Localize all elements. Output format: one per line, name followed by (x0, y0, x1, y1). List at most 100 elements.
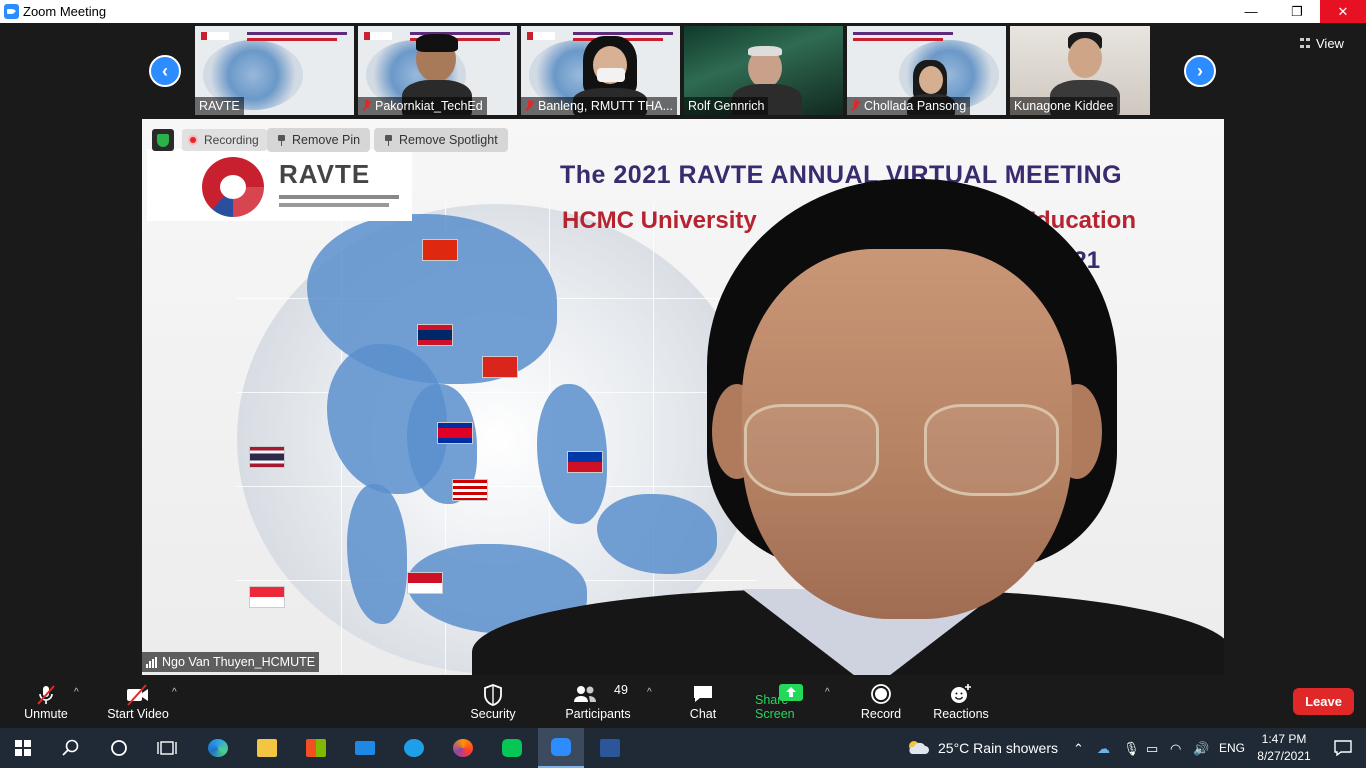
meeting-area: ‹ RAVTE Pakornkiat_TechEd Banleng, RMUTT… (0, 23, 1366, 679)
taskbar-clock[interactable]: 1:47 PM 8/27/2021 (1254, 731, 1314, 765)
view-button[interactable]: View (1300, 34, 1360, 52)
word-taskbar-icon[interactable] (587, 728, 633, 768)
firefox-taskbar-icon[interactable] (440, 728, 486, 768)
minimize-button[interactable]: — (1228, 0, 1274, 23)
participant-thumb-banleng[interactable]: Banleng, RMUTT THA... (521, 26, 680, 115)
speaker-name: Ngo Van Thuyen_HCMUTE (162, 655, 316, 669)
battery-icon[interactable]: ▭ (1146, 741, 1158, 757)
search-icon (62, 739, 79, 756)
speaker-name-tag: Ngo Van Thuyen_HCMUTE (142, 652, 320, 672)
record-label: Record (860, 707, 902, 721)
participant-name: Pakornkiat_TechEd (358, 97, 487, 115)
participants-caret-icon[interactable]: ^ (647, 687, 652, 698)
edge-taskbar-icon[interactable] (195, 728, 241, 768)
windows-logo-icon (15, 740, 31, 756)
remove-pin-label: Remove Pin (292, 133, 361, 147)
close-button[interactable]: ✕ (1320, 0, 1366, 23)
participant-thumb-rolf[interactable]: Rolf Gennrich (684, 26, 843, 115)
remove-pin-button[interactable]: Remove Pin (267, 128, 371, 152)
spotlight-icon (384, 134, 393, 146)
security-button[interactable]: Security (468, 679, 518, 728)
recording-dot-icon (188, 135, 198, 145)
audio-options-caret-icon[interactable]: ^ (74, 687, 79, 698)
slide-title: The 2021 RAVTE ANNUAL VIRTUAL MEETING (560, 161, 1123, 189)
reactions-label: Reactions (933, 707, 989, 721)
start-button[interactable] (0, 728, 46, 768)
action-center-button[interactable] (1320, 728, 1366, 768)
video-options-caret-icon[interactable]: ^ (172, 687, 177, 698)
view-label: View (1316, 35, 1344, 51)
participant-thumb-pakornkiat[interactable]: Pakornkiat_TechEd (358, 26, 517, 115)
unmute-button[interactable]: Unmute (20, 679, 72, 728)
recording-label: Recording (204, 133, 259, 147)
cortana-circle-icon (111, 740, 127, 756)
flag-singapore-icon (249, 586, 285, 608)
flag-malaysia-icon (452, 479, 488, 501)
volume-icon[interactable]: 🔊 (1193, 741, 1209, 757)
spotlight-video[interactable]: RAVTE The 2021 RAVTE ANNUAL VIRTUAL MEET… (142, 119, 1224, 675)
leave-button[interactable]: Leave (1293, 688, 1354, 715)
participant-thumb-ravte[interactable]: RAVTE (195, 26, 354, 115)
share-options-caret-icon[interactable]: ^ (825, 687, 830, 698)
zoom-taskbar-icon[interactable] (538, 728, 584, 768)
participants-button[interactable]: 49 Participants (565, 679, 631, 728)
start-video-button[interactable]: Start Video (104, 679, 172, 728)
participant-name: Banleng, RMUTT THA... (521, 97, 677, 115)
participant-thumb-chollada[interactable]: Chollada Pansong (847, 26, 1006, 115)
meeting-controls: Unmute ^ Start Video ^ Security 49 Parti… (0, 679, 1366, 728)
participant-name: Chollada Pansong (847, 97, 971, 115)
mic-muted-icon (362, 100, 372, 112)
microphone-tray-icon[interactable]: 🎙 (1123, 741, 1140, 757)
windows-taskbar: 25°C Rain showers ⌃ ☁ 🎙 ▭ ◠ 🔊 ENG 1:47 P… (0, 728, 1366, 768)
share-screen-icon (779, 684, 803, 701)
search-button[interactable] (48, 728, 94, 768)
tray-overflow-icon[interactable]: ⌃ (1073, 741, 1084, 757)
participant-thumb-kunagone[interactable]: Kunagone Kiddee (1010, 26, 1150, 115)
task-view-button[interactable] (144, 728, 190, 768)
record-button[interactable]: Record (860, 679, 902, 728)
internet-explorer-taskbar-icon[interactable] (391, 728, 437, 768)
recording-indicator[interactable]: Recording (182, 129, 267, 151)
wifi-icon[interactable]: ◠ (1170, 741, 1181, 757)
line-taskbar-icon[interactable] (489, 728, 535, 768)
glasses-lens-right (924, 404, 1059, 496)
record-icon (871, 684, 891, 704)
chat-label: Chat (689, 707, 717, 721)
gallery-prev-button[interactable]: ‹ (149, 55, 181, 87)
gallery-next-button[interactable]: › (1184, 55, 1216, 87)
participant-name: Rolf Gennrich (684, 97, 769, 115)
flag-laos-icon (417, 324, 453, 346)
language-indicator[interactable]: ENG (1219, 741, 1245, 755)
security-label: Security (470, 707, 516, 721)
weather-text: 25°C Rain showers (938, 740, 1058, 756)
slide-subtitle: HCMC University (562, 207, 757, 234)
remove-spotlight-label: Remove Spotlight (399, 133, 498, 147)
mail-taskbar-icon[interactable] (342, 728, 388, 768)
file-explorer-taskbar-icon[interactable] (244, 728, 290, 768)
shield-icon (484, 684, 502, 706)
chat-button[interactable]: Chat (688, 679, 718, 728)
reactions-button[interactable]: Reactions (933, 679, 989, 728)
ravte-logo: RAVTE (147, 149, 412, 221)
share-screen-button[interactable]: Share Screen (755, 679, 827, 728)
view-grid-icon (1300, 38, 1310, 48)
glasses-lens-left (744, 404, 879, 496)
participant-count: 49 (614, 683, 628, 697)
flag-cambodia-icon (437, 422, 473, 444)
onedrive-icon[interactable]: ☁ (1097, 741, 1110, 757)
smiley-plus-icon (951, 684, 971, 703)
restore-button[interactable]: ❐ (1274, 0, 1320, 23)
signal-strength-icon (146, 656, 157, 668)
store-taskbar-icon[interactable] (293, 728, 339, 768)
unmute-label: Unmute (24, 707, 68, 721)
mic-muted-icon (37, 685, 55, 705)
video-off-icon (127, 684, 148, 706)
title-bar: Zoom Meeting — ❐ ✕ (0, 0, 1366, 23)
weather-widget[interactable]: 25°C Rain showers (906, 728, 1058, 768)
cortana-button[interactable] (96, 728, 142, 768)
flag-china-icon (422, 239, 458, 261)
encryption-shield-icon[interactable] (152, 129, 174, 151)
chevron-left-icon: ‹ (162, 60, 168, 81)
participant-name: RAVTE (195, 97, 244, 115)
remove-spotlight-button[interactable]: Remove Spotlight (374, 128, 508, 152)
